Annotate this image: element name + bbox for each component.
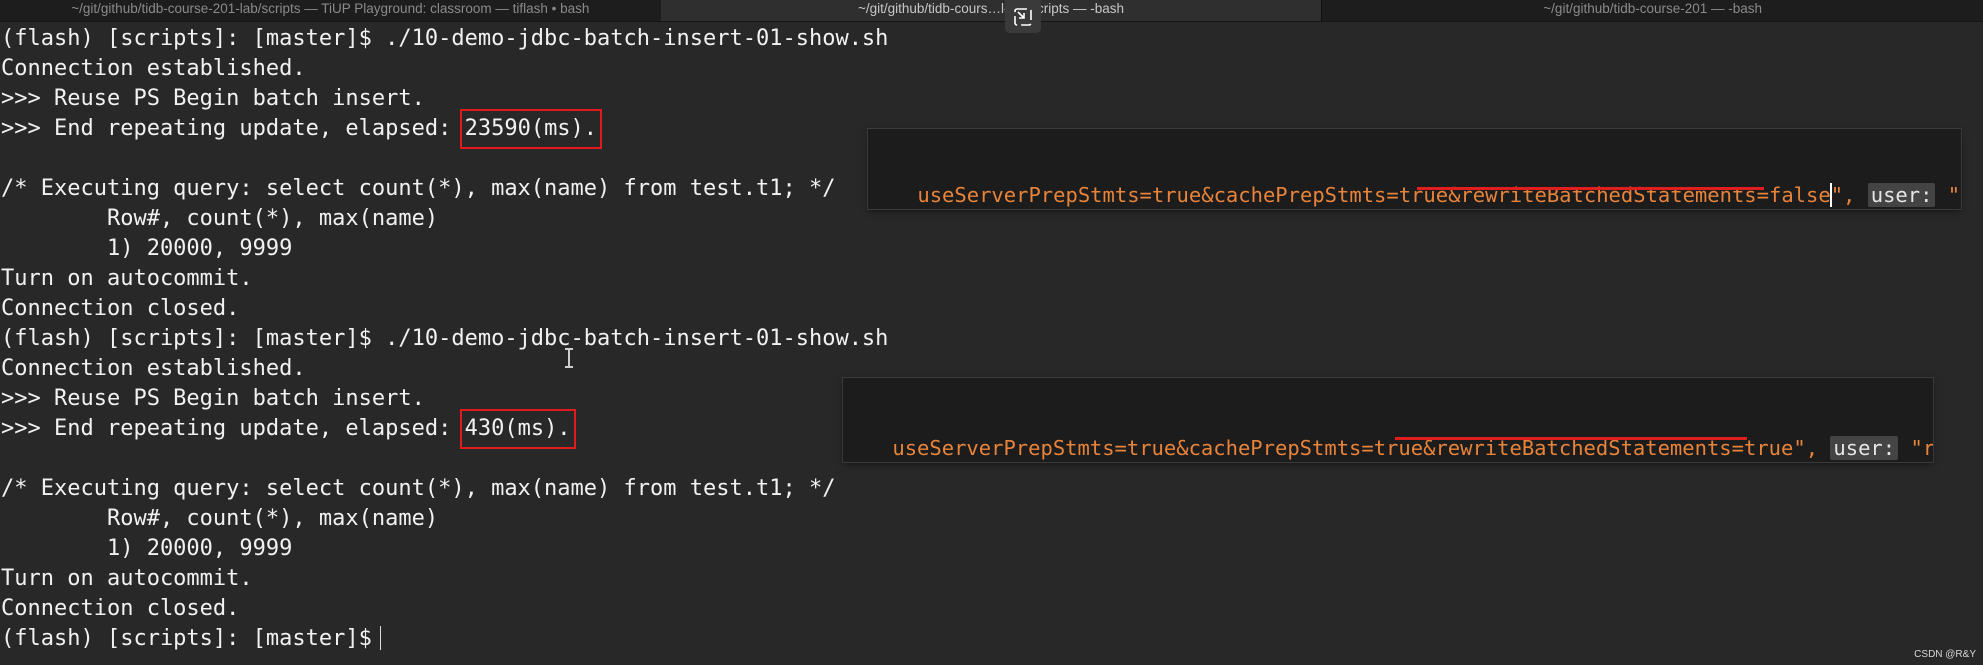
terminal-line: 1) 20000, 9999 bbox=[1, 536, 293, 561]
user-key: user: bbox=[1867, 183, 1936, 207]
tab-course-201[interactable]: ~/git/github/tidb-course-201 — -bash bbox=[1321, 0, 1983, 21]
red-underline bbox=[1395, 437, 1747, 440]
terminal-prompt-line[interactable]: (flash) [scripts]: [master]$ bbox=[0, 624, 1983, 654]
string-quote: ", bbox=[1830, 183, 1856, 207]
terminal-line: 1) 20000, 9999 bbox=[1, 236, 293, 261]
tab-lab-scripts[interactable]: ~/git/github/tidb-cours…l-lab/scripts — … bbox=[660, 0, 1322, 21]
red-underline bbox=[1417, 187, 1764, 190]
terminal-line: Turn on autocommit. bbox=[1, 566, 253, 591]
text-cursor bbox=[379, 626, 381, 650]
terminal-line: /* Executing query: select count(*), max… bbox=[1, 476, 836, 501]
tab-tiup-playground[interactable]: ~/git/github/tidb-course-201-lab/scripts… bbox=[0, 0, 661, 21]
user-value: "root" bbox=[1947, 183, 1961, 207]
terminal-output[interactable]: (flash) [scripts]: [master]$ ./10-demo-j… bbox=[0, 24, 1983, 654]
terminal-line: (flash) [scripts]: [master]$ ./10-demo-j… bbox=[1, 326, 889, 351]
elapsed-highlight-box: 430(ms). bbox=[459, 409, 576, 449]
config-snippet-false: useServerPrepStmts=true&cachePrepStmts=t… bbox=[868, 129, 1961, 209]
terminal-line: Turn on autocommit. bbox=[1, 266, 253, 291]
elapsed-label: >>> End repeating update, elapsed: bbox=[1, 416, 465, 441]
watermark: CSDN @R&Y bbox=[1914, 649, 1976, 660]
terminal-line: Connection closed. bbox=[1, 296, 240, 321]
user-key: user: bbox=[1830, 436, 1899, 460]
config-snippet-true: useServerPrepStmts=true&cachePrepStmts=t… bbox=[843, 378, 1933, 462]
user-value: "root" bbox=[1910, 436, 1933, 460]
terminal-line: (flash) [scripts]: [master]$ ./10-demo-j… bbox=[1, 26, 889, 51]
ibeam-cursor-icon bbox=[565, 348, 573, 368]
elapsed-label: >>> End repeating update, elapsed: bbox=[1, 116, 465, 141]
tab-bar: ~/git/github/tidb-course-201-lab/scripts… bbox=[0, 0, 1983, 22]
terminal-line: >>> Reuse PS Begin batch insert. bbox=[1, 86, 425, 111]
terminal-line: Connection established. bbox=[1, 56, 306, 81]
elapsed-highlight-box: 23590(ms). bbox=[459, 109, 603, 149]
string-quote: ", bbox=[1793, 436, 1819, 460]
jdbc-params: useServerPrepStmts=true&cachePrepStmts=t… bbox=[892, 436, 1436, 460]
terminal-line: Connection closed. bbox=[1, 596, 240, 621]
terminal-line: Row#, count(*), max(name) bbox=[1, 506, 439, 531]
jdbc-params: useServerPrepStmts=true&cachePrepStmts=t… bbox=[917, 183, 1461, 207]
shell-prompt: (flash) [scripts]: [master]$ bbox=[1, 626, 372, 651]
